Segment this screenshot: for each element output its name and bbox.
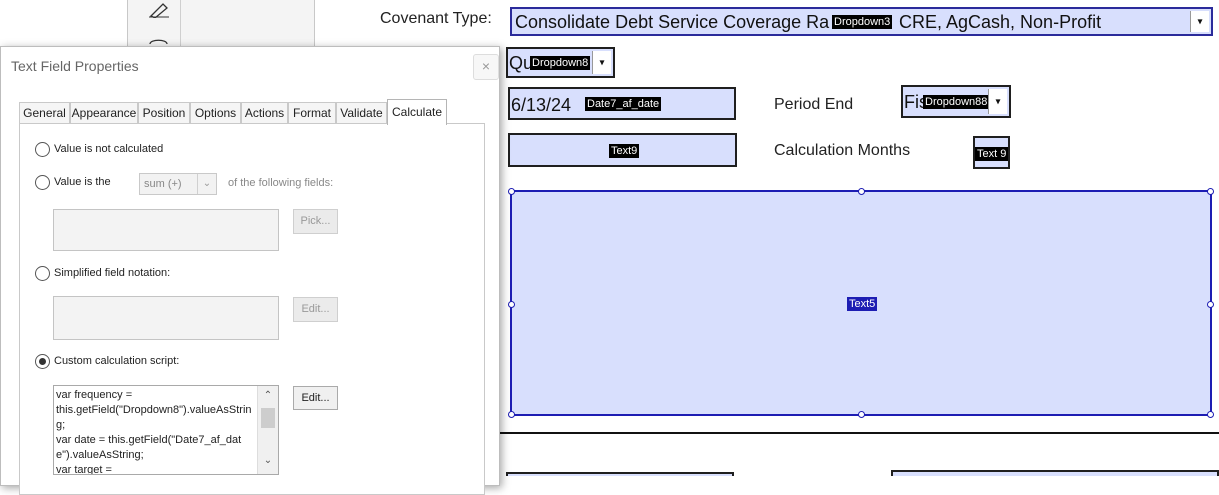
covenant-type-dropdown[interactable]: Consolidate Debt Service Coverage Ra Dro… [510,7,1213,36]
frequency-dropdown[interactable]: Qu Dropdown8 [506,47,615,78]
dropdown3-tag: Dropdown3 [832,15,893,29]
tab-actions[interactable]: Actions [241,102,288,124]
edit-script-button[interactable]: Edit... [293,386,338,410]
close-icon[interactable]: × [473,54,499,80]
tab-position[interactable]: Position [138,102,190,124]
label-not-calculated: Value is not calculated [54,143,164,155]
chevron-down-icon[interactable] [1190,11,1209,32]
resize-handle[interactable] [508,188,515,195]
text5-tag: Text5 [847,297,878,311]
label-of-following: of the following fields: [228,177,334,189]
date-tag: Date7_af_date [585,97,662,111]
label-custom-script: Custom calculation script: [54,355,180,367]
period-end-label: Period End [774,96,854,113]
bottom-field[interactable] [891,470,1219,476]
chevron-down-icon: ⌄ [197,174,216,194]
dropdown8-tag: Dropdown8 [530,56,591,70]
calc-months-field[interactable]: Text 9 [973,136,1010,169]
bottom-field[interactable] [506,472,734,476]
covenant-type-value-tail: CRE, AgCash, Non-Profit [899,12,1102,32]
radio-simplified[interactable] [35,266,50,281]
resize-handle[interactable] [858,188,865,195]
date-value: 6/13/24 [511,95,572,115]
pick-button[interactable]: Pick... [293,209,338,234]
resize-handle[interactable] [508,411,515,418]
script-text: var frequency = this.getField("Dropdown8… [56,389,252,475]
text9-field[interactable]: Text9 [508,133,737,167]
chevron-down-icon[interactable] [988,89,1007,114]
function-select-value: sum (+) [144,178,182,190]
dropdown88-tag: Dropdown88 [923,95,990,109]
chevron-up-icon[interactable]: ⌃ [258,388,278,403]
simplified-notation-box[interactable] [53,296,279,340]
text5-field[interactable]: Text5 [508,188,1214,418]
calculation-months-label: Calculation Months [774,142,911,159]
custom-script-box[interactable]: var frequency = this.getField("Dropdown8… [53,385,279,475]
chevron-down-icon[interactable]: ⌄ [258,453,278,468]
tab-options[interactable]: Options [190,102,241,124]
radio-custom-script[interactable] [35,354,50,369]
label-value-is: Value is the [54,176,111,188]
covenant-type-label: Covenant Type: [380,10,492,27]
text9-tag: Text9 [609,144,640,158]
radio-value-is[interactable] [35,175,50,190]
resize-handle[interactable] [1207,301,1214,308]
function-select[interactable]: sum (+) ⌄ [139,173,217,195]
resize-handle[interactable] [1207,411,1214,418]
chevron-down-icon[interactable] [592,51,611,74]
edit-simplified-button[interactable]: Edit... [293,297,338,322]
divider [500,432,1219,434]
tab-appearance[interactable]: Appearance [70,102,138,124]
script-scrollbar[interactable]: ⌃ ⌄ [257,386,278,474]
resize-handle[interactable] [508,301,515,308]
resize-handle[interactable] [1207,188,1214,195]
label-simplified: Simplified field notation: [54,267,171,279]
date-field[interactable]: 6/13/24 Date7_af_date [508,87,736,120]
dialog-title: Text Field Properties [11,58,139,74]
fields-list-box[interactable] [53,209,279,251]
text9b-tag: Text 9 [975,147,1008,161]
tab-format[interactable]: Format [288,102,336,124]
covenant-type-value: Consolidate Debt Service Coverage Ra [515,12,830,32]
pen-icon[interactable] [147,0,171,18]
radio-not-calculated[interactable] [35,142,50,157]
tab-calculate[interactable]: Calculate [387,99,447,125]
tab-validate[interactable]: Validate [336,102,387,124]
period-end-dropdown[interactable]: Fis Dropdown88 [901,85,1011,118]
resize-handle[interactable] [858,411,865,418]
scroll-thumb[interactable] [261,408,275,428]
tab-general[interactable]: General [19,102,70,124]
